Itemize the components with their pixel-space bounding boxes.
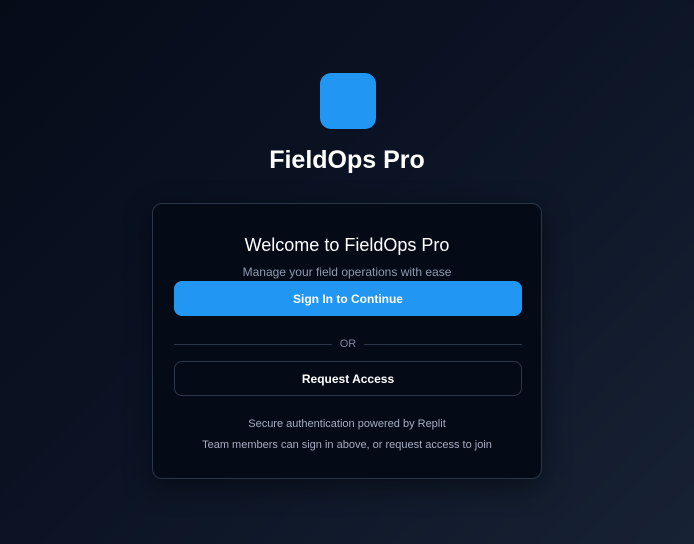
auth-footnote: Secure authentication powered by Replit xyxy=(248,418,446,430)
request-access-button[interactable]: Request Access xyxy=(174,361,522,396)
app-title: FieldOps Pro xyxy=(269,146,425,174)
card-subtitle: Manage your field operations with ease xyxy=(242,265,452,279)
or-divider: OR xyxy=(174,336,522,352)
divider-line-right xyxy=(364,343,522,345)
team-footnote: Team members can sign in above, or reque… xyxy=(202,439,492,451)
card-title: Welcome to FieldOps Pro xyxy=(244,235,450,255)
divider-line-left xyxy=(174,343,332,345)
divider-label: OR xyxy=(339,338,357,350)
sign-in-button[interactable]: Sign In to Continue xyxy=(174,281,522,316)
app-logo xyxy=(320,73,376,129)
login-card: Welcome to FieldOps Pro Manage your fiel… xyxy=(152,203,542,479)
